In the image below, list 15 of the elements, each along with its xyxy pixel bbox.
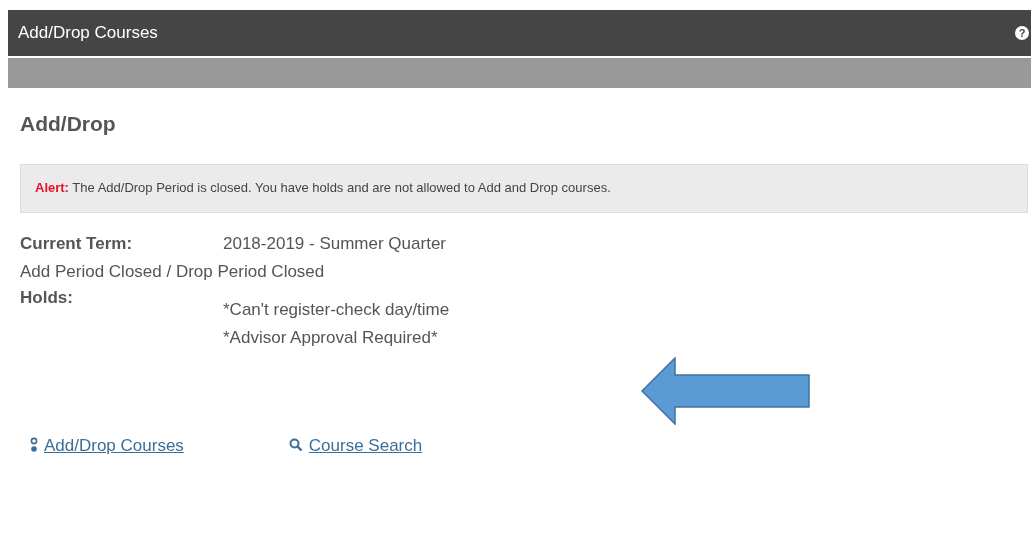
course-search-link[interactable]: Course Search	[288, 432, 423, 458]
help-icon[interactable]: ?	[1015, 26, 1029, 40]
dots-icon	[30, 437, 38, 454]
term-label: Current Term:	[20, 232, 134, 255]
search-icon	[288, 438, 303, 453]
header-title: Add/Drop Courses	[18, 22, 158, 45]
period-status: Add Period Closed / Drop Period Closed	[20, 261, 326, 283]
left-arrow-icon	[641, 356, 811, 425]
term-value: 2018-2019 - Summer Quarter	[223, 232, 446, 255]
add-drop-link[interactable]: Add/Drop Courses	[30, 432, 184, 458]
hold-item: *Can't register-check day/time	[223, 298, 450, 321]
alert-text: Alert: The Add/Drop Period is closed. You have holds and are not allowed to Add and Drop courses.	[35, 179, 611, 198]
hold-item: *Advisor Approval Required*	[223, 327, 439, 349]
page-title: Add/Drop	[20, 111, 117, 137]
holds-label: Holds:	[20, 286, 74, 309]
